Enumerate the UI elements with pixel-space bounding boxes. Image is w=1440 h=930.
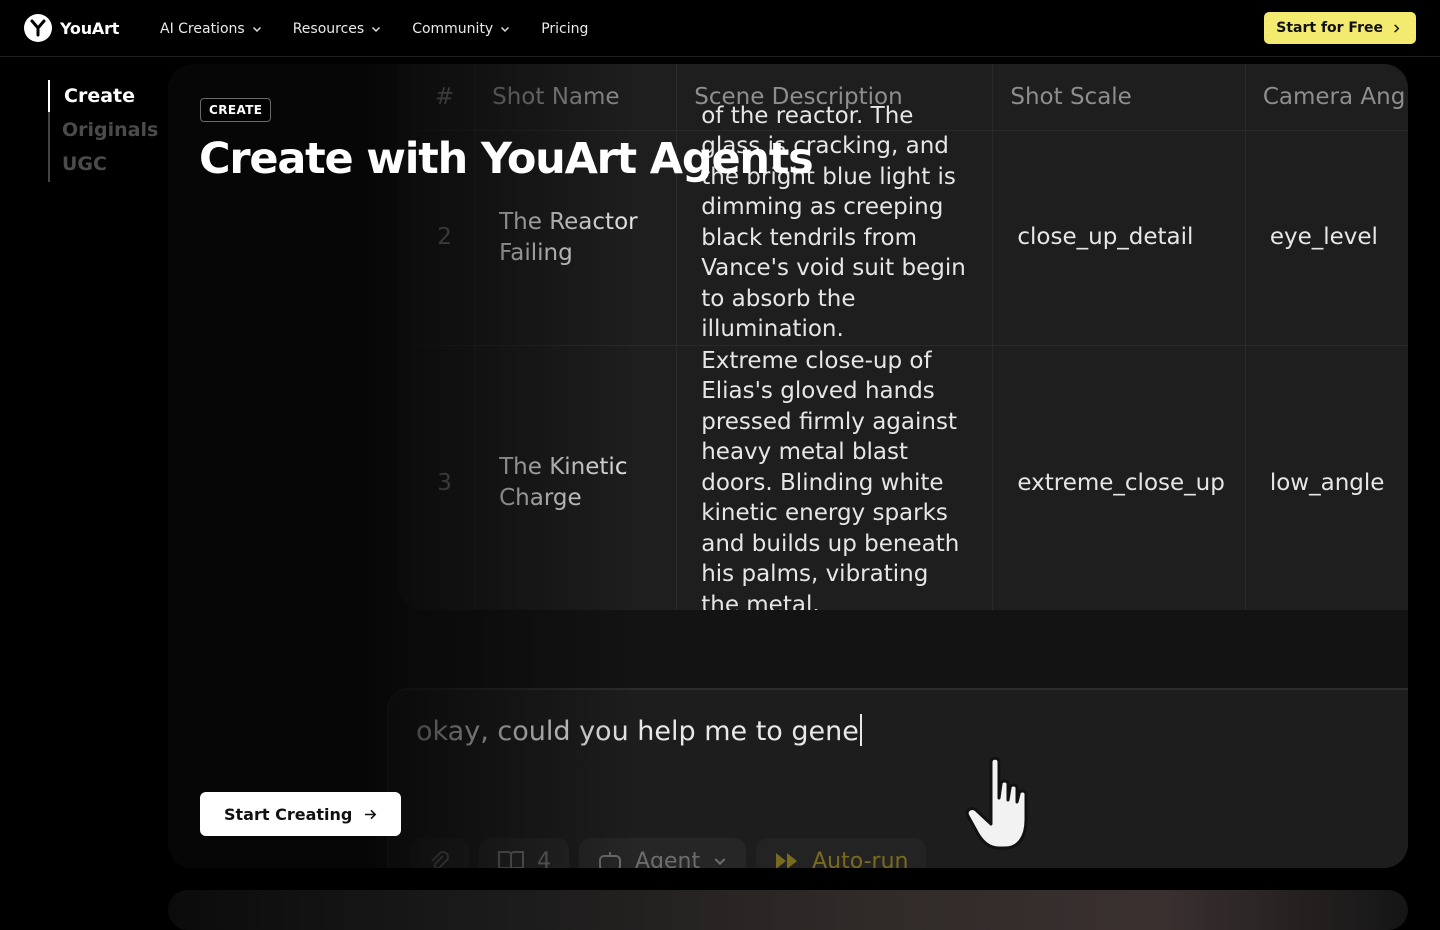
- side-item-create[interactable]: Create: [50, 80, 158, 114]
- active-indicator: [48, 80, 50, 112]
- chevron-down-icon: [372, 26, 381, 32]
- chevron-down-icon: [252, 26, 261, 32]
- chevron-down-icon: [714, 858, 726, 866]
- pointer-hand-cursor-icon: [965, 756, 1028, 850]
- shot-scale-cell: extreme_close_up: [992, 345, 1246, 610]
- nav-label: Community: [412, 20, 494, 37]
- auto-run-label: Auto-run: [812, 848, 909, 869]
- nav-resources[interactable]: Resources: [293, 21, 383, 37]
- button-label: Start for Free: [1276, 20, 1383, 36]
- text-caret: [859, 714, 862, 746]
- arrow-right-icon: [365, 809, 377, 819]
- start-creating-button[interactable]: Start Creating: [200, 792, 402, 836]
- scene-description-cell: Extreme close-up of Elias's gloved hands…: [676, 345, 994, 610]
- shot-scale-cell: close_up_detail: [992, 130, 1246, 346]
- nav-pricing[interactable]: Pricing: [541, 21, 588, 37]
- hero-demo-stage: # Shot Name Scene Description Shot Scale…: [168, 64, 1408, 868]
- section-side-menu: Create Originals UGC: [48, 80, 158, 182]
- stage-fade-overlay: [375, 64, 635, 868]
- top-navigation-bar: YouArt AI Creations Resources Community …: [0, 0, 1440, 57]
- column-header-shot-scale: Shot Scale: [992, 64, 1246, 131]
- nav-ai-creations[interactable]: AI Creations: [160, 21, 263, 37]
- brand-name: YouArt: [60, 18, 120, 38]
- youart-logo-icon: [24, 14, 52, 42]
- agent-label: Agent: [635, 848, 701, 869]
- section-badge: CREATE: [200, 98, 272, 122]
- next-section-card-preview: [168, 890, 1408, 930]
- nav-label: Pricing: [541, 20, 589, 37]
- chevron-right-icon: [1394, 23, 1400, 33]
- chevron-down-icon: [501, 26, 510, 32]
- side-item-originals[interactable]: Originals: [50, 114, 158, 148]
- fast-forward-icon: [776, 853, 798, 868]
- side-item-ugc[interactable]: UGC: [50, 148, 158, 182]
- auto-run-tool: Auto-run: [756, 838, 927, 869]
- hero-title: Create with YouArt Agents: [199, 134, 814, 184]
- camera-angle-cell: low_angle: [1245, 345, 1408, 610]
- column-header-camera-angle: Camera Ang: [1245, 64, 1408, 131]
- nav-label: AI Creations: [160, 20, 245, 37]
- nav-label: Resources: [292, 20, 365, 37]
- nav-community[interactable]: Community: [412, 21, 511, 37]
- brand-logo[interactable]: YouArt: [24, 14, 119, 42]
- main-nav: AI Creations Resources Community Pricing: [160, 0, 588, 57]
- button-label: Start Creating: [224, 804, 353, 824]
- camera-angle-cell: eye_level: [1245, 130, 1408, 346]
- start-for-free-button[interactable]: Start for Free: [1264, 12, 1416, 44]
